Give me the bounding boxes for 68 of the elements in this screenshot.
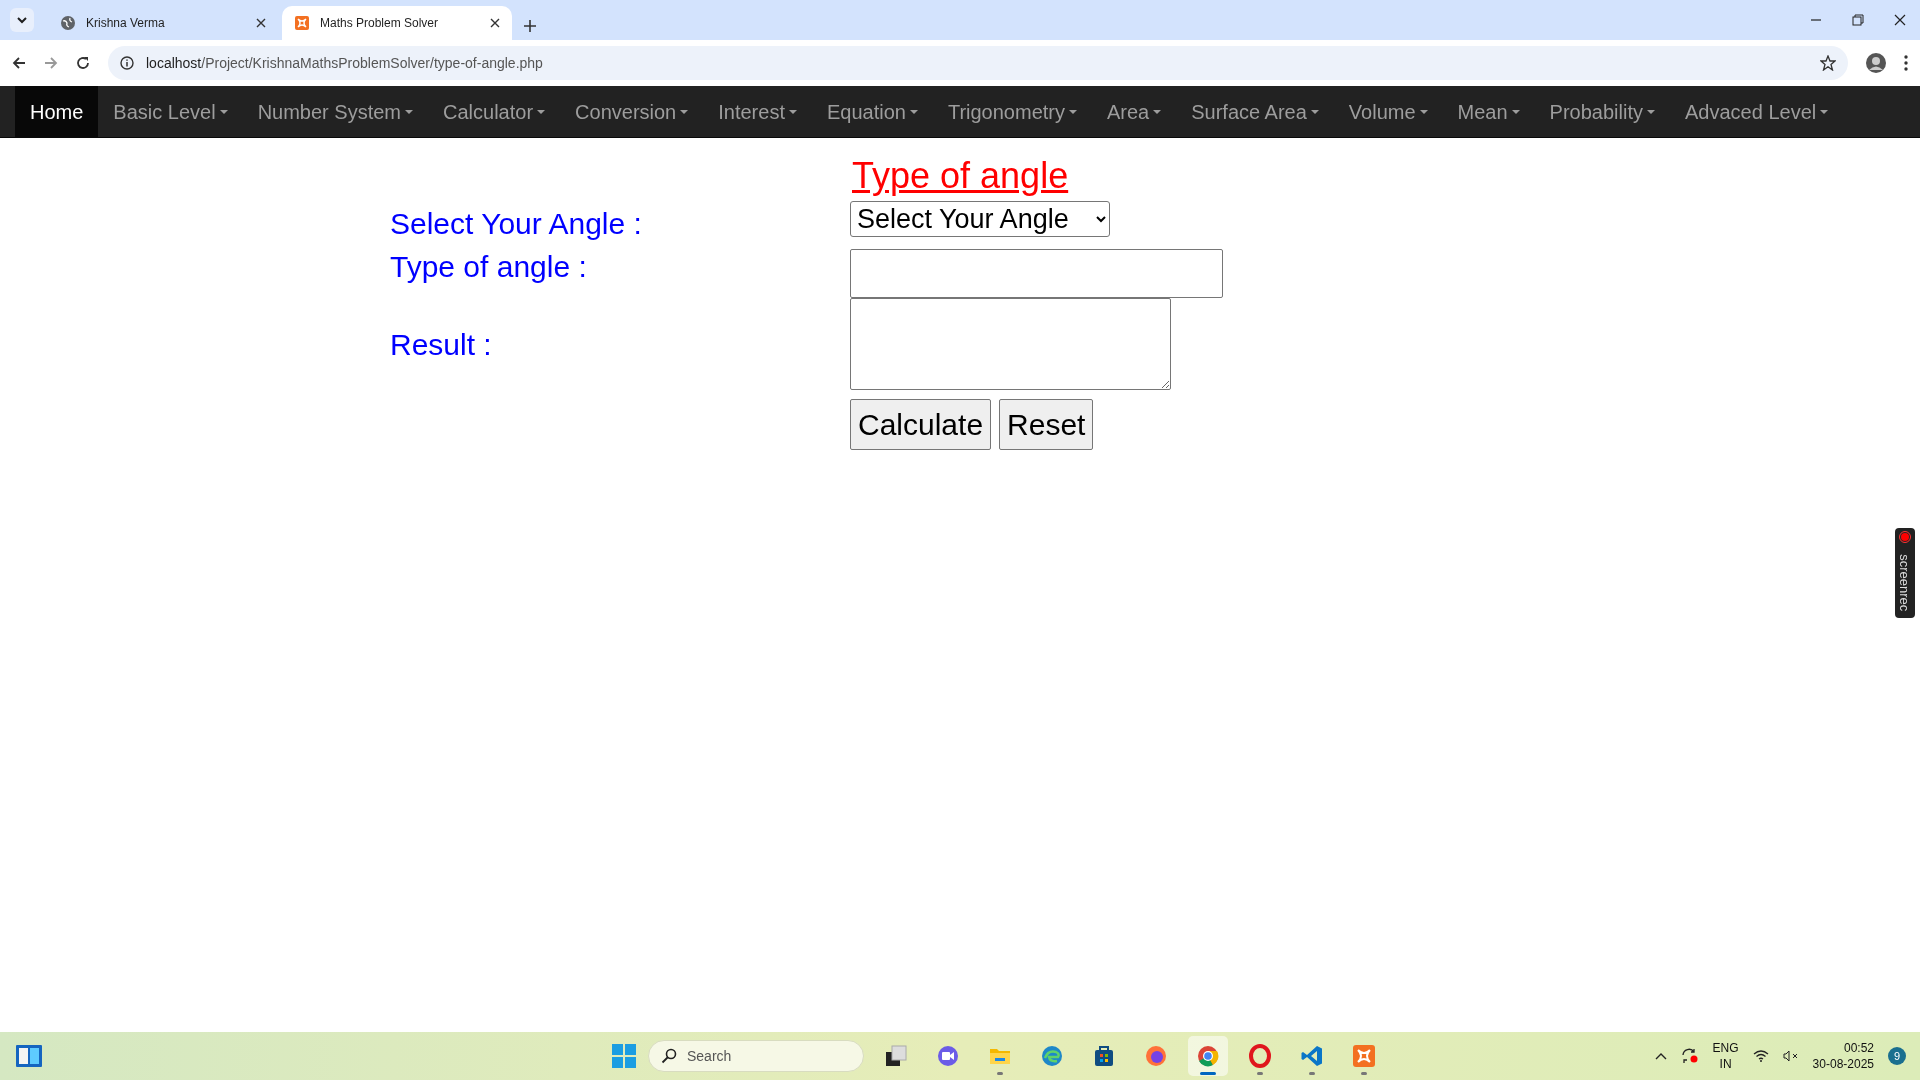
forward-arrow-icon[interactable] — [44, 56, 58, 70]
site-info-icon[interactable] — [120, 56, 134, 70]
recorder-label: screenrec — [1896, 554, 1914, 612]
reload-icon[interactable] — [76, 56, 90, 70]
sync-icon[interactable] — [1680, 1048, 1699, 1064]
widgets-icon[interactable] — [16, 1045, 42, 1067]
chrome-icon — [1196, 1044, 1220, 1068]
nav-link[interactable]: Home — [15, 86, 99, 137]
nav-link[interactable]: Surface Area — [1176, 86, 1334, 137]
back-arrow-icon[interactable] — [12, 56, 26, 70]
opera-icon — [1248, 1044, 1272, 1068]
tab-title: Krishna Verma — [86, 15, 166, 32]
close-icon[interactable] — [256, 18, 266, 28]
angle-select[interactable]: Select Your Angle — [850, 201, 1110, 238]
restore-icon[interactable] — [1852, 14, 1864, 26]
answer-field[interactable] — [850, 249, 1223, 299]
search-icon — [661, 1048, 677, 1064]
windows-start-icon[interactable] — [612, 1044, 636, 1068]
chevron-up-icon[interactable] — [1654, 1052, 1667, 1060]
xampp-logo-icon — [1352, 1044, 1376, 1068]
tab-title: Maths Problem Solver — [320, 15, 440, 32]
field-label: Type of angle : — [390, 249, 588, 286]
recorder-widget[interactable]: screenrec — [1895, 528, 1915, 618]
wifi-icon[interactable] — [1752, 1050, 1769, 1062]
result-field[interactable] — [850, 298, 1171, 391]
nav-link[interactable]: Trigonometry — [932, 86, 1092, 137]
firefox-icon — [1144, 1044, 1168, 1068]
nav-link[interactable]: Equation — [811, 86, 933, 137]
form-button[interactable]: Reset — [999, 399, 1094, 451]
taskbar-search-field[interactable]: Search — [648, 1040, 864, 1072]
video-chat-icon — [936, 1044, 960, 1068]
nav-link[interactable]: Probability — [1534, 86, 1670, 137]
store-bag-icon — [1092, 1044, 1116, 1068]
close-icon[interactable] — [1894, 14, 1906, 26]
nav-link[interactable]: Interest — [703, 86, 812, 137]
field-label: Select Your Angle : — [390, 206, 643, 243]
chevron-down-icon[interactable] — [16, 14, 28, 26]
edge-browser-icon — [1040, 1044, 1064, 1068]
nav-link[interactable]: Volume — [1333, 86, 1443, 137]
nav-link[interactable]: Number System — [242, 86, 428, 137]
nav-link[interactable]: Area — [1092, 86, 1177, 137]
nav-link[interactable]: Conversion — [560, 86, 704, 137]
page-title: Type of angle — [852, 154, 1070, 198]
more-menu-icon[interactable] — [1904, 55, 1908, 71]
nav-link[interactable]: Advaced Level — [1670, 86, 1844, 137]
browser-tab[interactable]: Krishna Verma — [48, 6, 278, 40]
record-dot-icon — [1899, 531, 1911, 543]
region-indicator[interactable]: IN — [1712, 1056, 1739, 1073]
language-indicator[interactable]: ENG — [1712, 1039, 1739, 1056]
task-view-icon — [884, 1044, 908, 1068]
form-button[interactable]: Calculate — [850, 399, 992, 451]
nav-link[interactable]: Calculator — [428, 86, 561, 137]
code-editor-icon — [1300, 1044, 1324, 1068]
browser-tab[interactable]: Maths Problem Solver — [282, 6, 512, 40]
star-icon[interactable] — [1820, 55, 1836, 71]
close-icon[interactable] — [490, 18, 500, 28]
globe-icon — [60, 15, 76, 31]
nav-link[interactable]: Basic Level — [98, 86, 243, 137]
field-label: Result : — [390, 326, 493, 363]
profile-avatar-icon[interactable] — [1866, 53, 1886, 73]
clock-time[interactable]: 00:52 — [1812, 1039, 1874, 1056]
notification-badge[interactable]: 9 — [1888, 1047, 1906, 1065]
speaker-muted-icon[interactable] — [1782, 1050, 1799, 1062]
clock-date[interactable]: 30-08-2025 — [1812, 1056, 1874, 1073]
xampp-logo-icon — [294, 15, 310, 31]
plus-icon[interactable] — [524, 20, 536, 32]
search-placeholder: Search — [687, 1046, 732, 1066]
nav-link[interactable]: Mean — [1442, 86, 1535, 137]
